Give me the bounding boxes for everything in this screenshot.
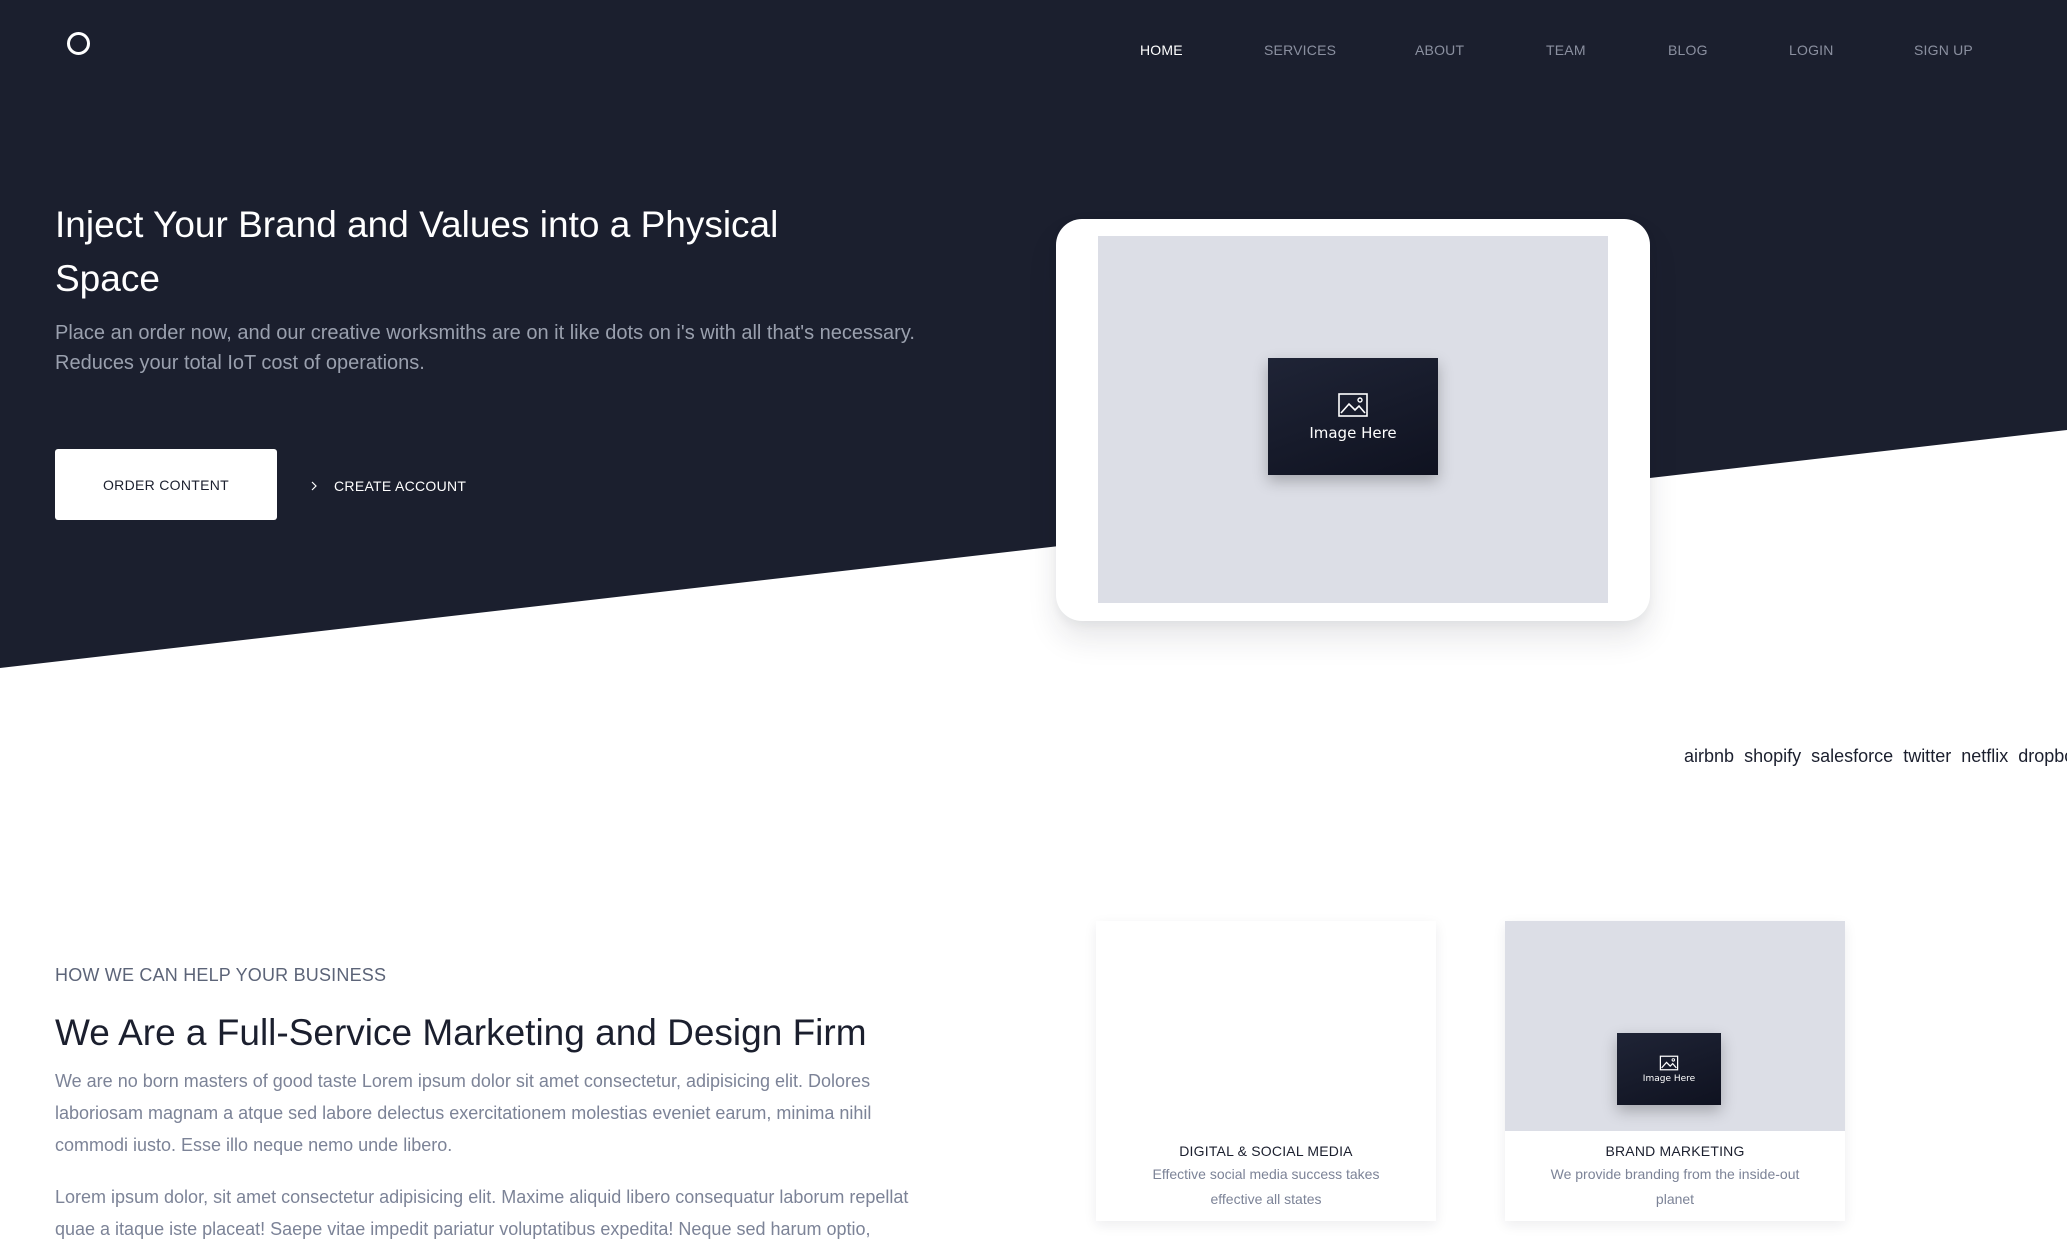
section-kicker: HOW WE CAN HELP YOUR BUSINESS — [55, 965, 387, 985]
hero-subtitle: Place an order now, and our creative wor… — [55, 322, 915, 374]
nav-blog[interactable]: BLOG — [1668, 42, 1708, 58]
nav-signup[interactable]: SIGN UP — [1914, 42, 1973, 58]
nav-home[interactable]: HOME — [1140, 42, 1183, 58]
hero-title: Inject Your Brand and Values into a Phys… — [55, 204, 779, 299]
nav-team[interactable]: TEAM — [1546, 42, 1586, 58]
brand-twitter: twitter — [1903, 746, 1952, 766]
card-title: BRAND MARKETING — [1605, 1143, 1745, 1159]
image-placeholder-label: Image Here — [1642, 1073, 1696, 1084]
image-placeholder: Image Here — [1268, 358, 1438, 475]
section-title: We Are a Full-Service Marketing and Desi… — [55, 1012, 867, 1053]
image-icon — [1338, 392, 1368, 417]
card-media: Image Here — [1505, 921, 1845, 1131]
brand-dropbox: dropbox — [2018, 746, 2067, 766]
order-content-button[interactable]: ORDER CONTENT — [55, 449, 277, 520]
image-icon — [1659, 1055, 1679, 1070]
main-nav: HOME SERVICES ABOUT TEAM BLOG LOGIN SIGN… — [1130, 42, 1990, 66]
create-account-label: CREATE ACCOUNT — [334, 478, 467, 494]
brand-logos: airbnb shopify salesforce twitter netfli… — [1684, 746, 2067, 767]
service-card-brand-marketing[interactable]: Image Here BRAND MARKETING We provide br… — [1505, 921, 1845, 1221]
brand-shopify: shopify — [1744, 746, 1802, 766]
logo-circle-icon[interactable] — [67, 32, 90, 55]
section-paragraph-2: Lorem ipsum dolor, sit amet consectetur … — [55, 1187, 909, 1239]
chevron-right-icon — [311, 481, 317, 491]
device-screen: Image Here — [1098, 236, 1608, 603]
device-mockup: Image Here — [1056, 219, 1650, 621]
image-placeholder: Image Here — [1617, 1033, 1721, 1105]
section-paragraph-1: We are no born masters of good taste Lor… — [55, 1071, 872, 1155]
brand-netflix: netflix — [1961, 746, 2009, 766]
create-account-link[interactable]: CREATE ACCOUNT — [306, 476, 466, 496]
card-title: DIGITAL & SOCIAL MEDIA — [1179, 1143, 1353, 1159]
card-description: We provide branding from the inside-out … — [1550, 1166, 1800, 1207]
card-description: Effective social media success takes eff… — [1152, 1166, 1380, 1207]
service-card-digital-social[interactable]: DIGITAL & SOCIAL MEDIA Effective social … — [1096, 921, 1436, 1221]
brand-airbnb: airbnb — [1684, 746, 1735, 766]
image-placeholder-label: Image Here — [1309, 423, 1397, 442]
brand-salesforce: salesforce — [1811, 746, 1894, 766]
nav-about[interactable]: ABOUT — [1415, 42, 1464, 58]
nav-login[interactable]: LOGIN — [1789, 42, 1834, 58]
nav-services[interactable]: SERVICES — [1264, 42, 1336, 58]
